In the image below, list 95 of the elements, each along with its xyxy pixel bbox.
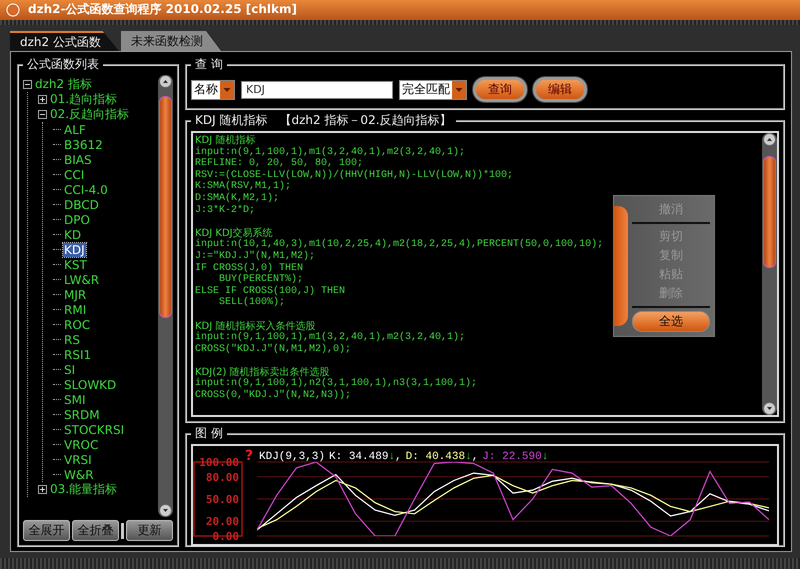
dropdown[interactable]: 名称 [191,80,235,100]
scroll-down-icon[interactable] [159,504,172,518]
toolbar-button[interactable]: 更新 [126,520,173,542]
indicator-name: KDJ(9,3,3) [259,451,326,464]
code-line: J:3*K-2*D; [195,204,256,216]
group-title: 图 例 [194,425,224,442]
tree-item[interactable]: DBCD [63,198,100,212]
down-arrow-icon: ↓ [542,451,548,464]
tree-item[interactable]: SI [63,362,76,377]
series-name: K [329,451,336,464]
tree-item[interactable]: 01.趋向指标 [49,91,118,108]
scroll-up-icon[interactable] [763,133,776,146]
group-title: KDJ 随机指标 【dzh2 指标－02.反趋向指标】 [194,112,453,130]
formula-heading: KDJ 随机指标 [195,135,256,146]
tree-item[interactable]: DPO [63,212,91,227]
code-line: IF CROSS(J,0) THEN [195,262,304,274]
help-mark: ? [245,448,254,464]
tree-item[interactable]: KST [63,258,88,272]
separator-comma: , [395,451,402,464]
app-icon [6,2,20,17]
axis-label: 20.00 [206,515,239,528]
tree-item[interactable]: MJR [63,288,88,302]
tree-item[interactable]: KD [63,228,82,242]
code-line: RSV:=(CLOSE-LLV(LOW,N))/(HHV(HIGH,N)-LLV(LOW,N))*100; [195,170,514,181]
code-line: BUY(PERCENT%); [218,274,304,286]
dropdown-value: 名称 [193,81,219,98]
tree-item[interactable]: RMI [63,302,88,317]
action-button[interactable]: 查询 [473,77,527,102]
tree-item[interactable]: STOCKRSI [63,422,126,437]
code-line: ELSE IF CROSS(100,J) THEN [195,286,346,297]
code-line: CROSS("KDJ.J"(N,M1,M2),0); [195,344,352,356]
tree-item[interactable]: SRDM [63,408,101,422]
formula-heading: KDJ 随机指标买入条件选股 [195,320,316,332]
tab[interactable]: dzh2 公式函数 [10,31,119,52]
code-line: CROSS(0,"KDJ.J"(N,N2,N3)); [195,390,352,402]
formula-heading: KDJ KDJ交易系统 [195,228,273,239]
scrollbar-thumb[interactable] [159,96,172,318]
tree-item[interactable]: VROC [63,438,100,452]
tree-item[interactable]: ALF [63,122,87,137]
tree-item[interactable]: VRSI [63,452,93,467]
code-line: D:SMA(K,M2,1); [195,192,280,204]
action-button[interactable]: 编辑 [533,77,587,102]
tree-item[interactable]: BIAS [63,152,93,167]
down-arrow-icon: ↓ [465,451,472,464]
tree-item[interactable]: ROC [63,318,92,332]
tree-item[interactable]: SLOWKD [63,378,118,392]
series-name: D [406,451,412,464]
tree-item[interactable]: SMI [63,392,87,407]
indicator-reading: : 22.590 [488,451,542,464]
tree-item[interactable]: RSI1 [63,348,92,362]
collapse-icon[interactable] [23,80,32,90]
code-line: REFLINE: 0, 20, 50, 80, 100; [195,158,364,170]
tree-item[interactable]: 03.能量指标 [49,481,118,498]
series-name: J [482,451,489,464]
tree-item[interactable]: dzh2 指标 [34,76,93,94]
tree-item[interactable]: CCI-4.0 [63,182,109,197]
tree-item[interactable]: RS [63,332,81,347]
code-line: input:n(9,1,100,1),m1(3,2,40,1),m2(3,2,40,1); [195,332,466,344]
collapse-icon[interactable] [38,110,47,120]
group-title: 公式函数列表 [26,56,100,74]
scrollbar[interactable] [158,75,173,518]
toolbar-button[interactable]: 全展开 [23,520,70,542]
axis-label: 50.00 [206,493,239,506]
menu-item[interactable]: 全选 [632,311,710,332]
code-line: K:SMA(RSV,M1,1); [195,181,292,192]
tree-item[interactable]: CCI [63,168,86,182]
dropdown[interactable]: 完全匹配 [399,80,467,100]
axis-label: 80.00 [206,471,239,484]
formula-heading: KDJ(2) 随机指标卖出条件选股 [195,366,330,378]
scrollbar-thumb[interactable] [763,156,776,268]
tree-item[interactable]: W&R [63,468,95,482]
down-arrow-icon: ↓ [388,451,396,464]
tree-item[interactable]: LW&R [63,272,100,287]
toolbar-button[interactable]: 全折叠 [72,520,119,542]
code-line: J:="KDJ.J"(N,M1,M2); [195,250,316,262]
separator-comma: , [472,451,478,464]
code-line: input:n(9,1,100,1),n2(3,1,100,1),n3(3,1,100,1); [195,378,478,390]
code-line: input:n(9,1,100,1),m1(3,2,40,1),m2(3,2,40,1); [195,146,466,158]
search-field[interactable]: KDJ [241,80,393,99]
code-line: SELL(100%); [218,297,286,309]
expand-icon[interactable] [38,95,47,104]
scroll-down-icon[interactable] [763,402,776,416]
code-line: input:n(10,1,40,3),m1(10,2,25,4),m2(18,2,25,4),PERCENT(50,0,100,10); [195,239,604,250]
indicator-reading: : 34.489 [336,451,388,464]
window-title: dzh2-公式函数查询程序 2010.02.25 [chlkm] [28,1,297,18]
tree-item[interactable]: B3612 [63,138,104,152]
tree-item[interactable]: 02.反趋向指标 [49,106,130,124]
scroll-up-icon[interactable] [159,75,172,88]
scrollbar[interactable] [762,133,777,416]
expand-icon[interactable] [38,485,47,494]
dropdown-value: 完全匹配 [401,81,451,98]
tab[interactable]: 未来函数检测 [120,31,221,52]
group-title: 查 询 [194,56,224,74]
indicator-reading: : 40.438 [412,451,466,464]
tree-item[interactable]: KDJ [63,242,86,257]
